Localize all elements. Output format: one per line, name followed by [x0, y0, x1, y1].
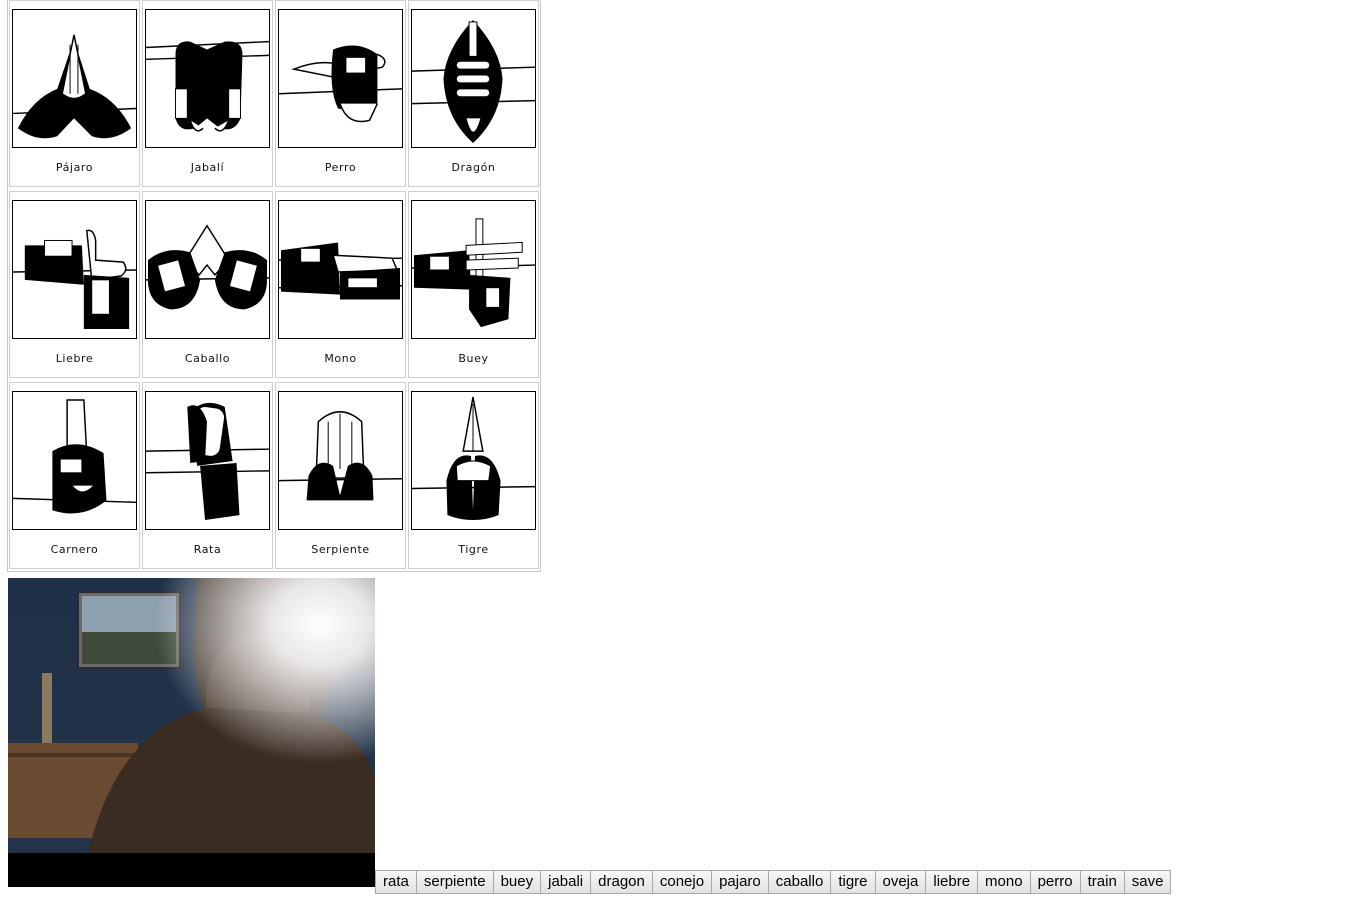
hand-sign-card-mono: Mono	[275, 191, 406, 378]
hand-sign-card-liebre: Liebre	[9, 191, 140, 378]
hand-sign-label: Buey	[458, 352, 489, 365]
hand-sign-illustration	[145, 200, 270, 339]
pajaro-button[interactable]: pajaro	[711, 870, 769, 894]
conejo-button[interactable]: conejo	[651, 870, 713, 894]
hand-sign-card-pajaro: Pájaro	[9, 0, 140, 187]
hand-sign-label: Perro	[324, 161, 357, 174]
hand-sign-card-jabali: Jabalí	[142, 0, 273, 187]
hand-signs-chart: Pájaro Jabalí Perro Dragón Liebre Caball…	[7, 0, 541, 572]
hand-sign-label: Mono	[324, 352, 357, 365]
hand-sign-label: Carnero	[50, 543, 99, 556]
hand-sign-card-rata: Rata	[142, 382, 273, 569]
hand-sign-label: Rata	[193, 543, 222, 556]
rata-button[interactable]: rata	[375, 870, 417, 894]
hand-sign-card-caballo: Caballo	[142, 191, 273, 378]
hand-sign-card-dragon: Dragón	[408, 0, 539, 187]
mono-button[interactable]: mono	[977, 870, 1031, 894]
train-button[interactable]: train	[1079, 870, 1125, 894]
hand-sign-illustration	[411, 391, 536, 530]
webcam-video	[8, 578, 375, 887]
liebre-button[interactable]: liebre	[925, 870, 979, 894]
hand-sign-illustration	[278, 200, 403, 339]
tigre-button[interactable]: tigre	[830, 870, 876, 894]
hand-sign-illustration	[278, 391, 403, 530]
oveja-button[interactable]: oveja	[874, 870, 927, 894]
hand-sign-card-tigre: Tigre	[408, 382, 539, 569]
hand-sign-card-perro: Perro	[275, 0, 406, 187]
hand-sign-label: Caballo	[184, 352, 231, 365]
caballo-button[interactable]: caballo	[767, 870, 832, 894]
hand-sign-label: Pájaro	[55, 161, 94, 174]
dragon-button[interactable]: dragon	[590, 870, 653, 894]
serpiente-button[interactable]: serpiente	[415, 870, 494, 894]
hand-sign-illustration	[411, 9, 536, 148]
hand-sign-illustration	[12, 391, 137, 530]
hand-sign-illustration	[12, 200, 137, 339]
buey-button[interactable]: buey	[492, 870, 542, 894]
hand-sign-label: Liebre	[55, 352, 94, 365]
hand-sign-illustration	[12, 9, 137, 148]
hand-sign-illustration	[145, 9, 270, 148]
hand-sign-illustration	[145, 391, 270, 530]
hand-sign-card-serpiente: Serpiente	[275, 382, 406, 569]
perro-button[interactable]: perro	[1029, 870, 1081, 894]
jabali-button[interactable]: jabali	[540, 870, 592, 894]
hand-sign-label: Serpiente	[311, 543, 370, 556]
hand-sign-label: Tigre	[458, 543, 489, 556]
hand-sign-label: Jabalí	[190, 161, 225, 174]
hand-sign-card-carnero: Carnero	[9, 382, 140, 569]
hand-sign-illustration	[411, 200, 536, 339]
hand-sign-illustration	[278, 9, 403, 148]
hand-sign-card-buey: Buey	[408, 191, 539, 378]
sign-toolbar: rata serpiente buey jabali dragon conejo…	[375, 870, 1172, 894]
save-button[interactable]: save	[1123, 870, 1172, 894]
hand-sign-label: Dragón	[451, 161, 496, 174]
